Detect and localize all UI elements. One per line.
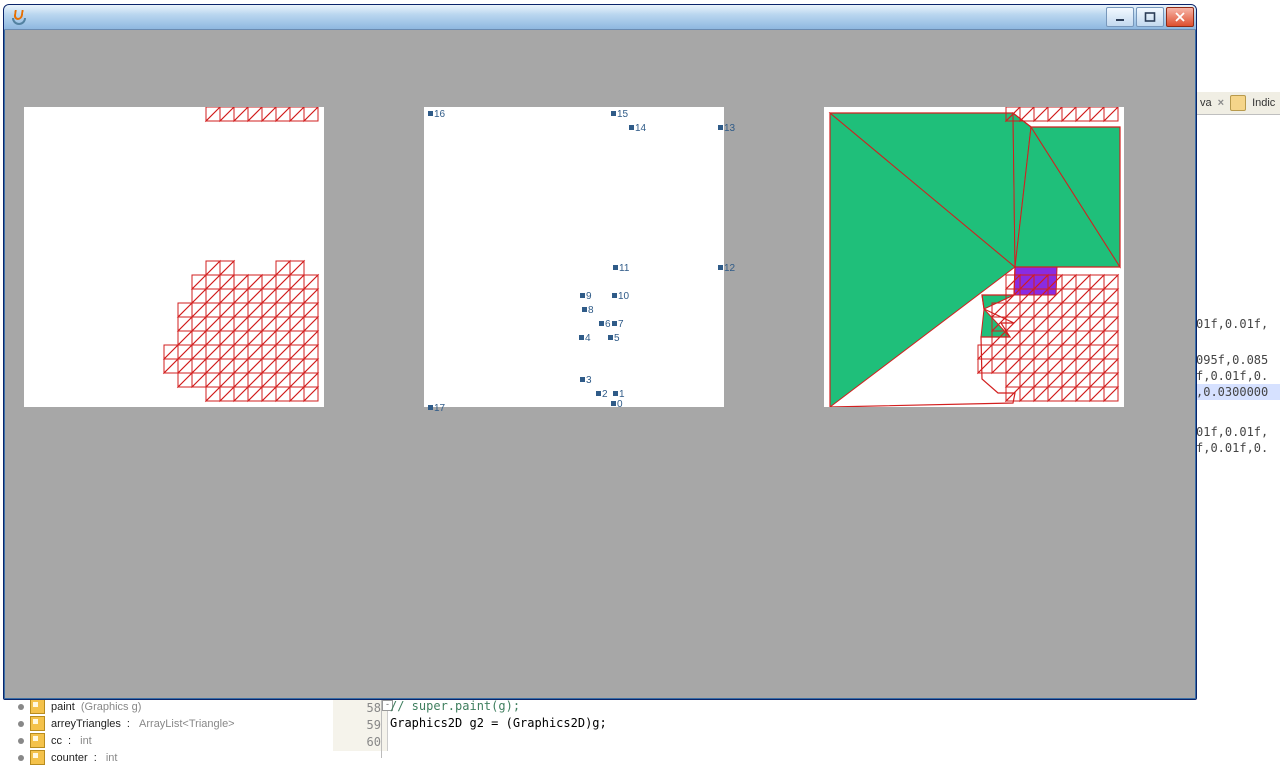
panel-triangles xyxy=(24,107,324,407)
point-marker xyxy=(580,293,585,298)
code-peek-line: f,0.01f,0. xyxy=(1196,440,1280,456)
point-marker xyxy=(611,401,616,406)
tree-bullet-icon xyxy=(18,721,24,727)
point-marker xyxy=(718,265,723,270)
code-peek-line: 01f,0.01f, xyxy=(1196,316,1280,332)
point-label: 15 xyxy=(617,109,628,120)
outline-item[interactable]: paint (Graphics g) xyxy=(18,698,318,715)
point-label: 7 xyxy=(618,319,624,330)
point-label: 17 xyxy=(434,403,445,414)
close-button[interactable] xyxy=(1166,7,1194,27)
code-line: // super.paint(g); xyxy=(390,699,520,713)
point-marker xyxy=(580,377,585,382)
point-label: 3 xyxy=(586,375,592,386)
java-cup-icon xyxy=(10,9,26,25)
point-label: 4 xyxy=(585,333,591,344)
outline-view: paint (Graphics g) arreyTriangles : Arra… xyxy=(18,698,318,766)
outline-type: int xyxy=(80,735,92,747)
point-label: 1 xyxy=(619,389,625,400)
point-marker xyxy=(428,111,433,116)
point-marker xyxy=(629,125,634,130)
outline-name: counter xyxy=(51,752,88,764)
point-marker xyxy=(596,391,601,396)
point-marker xyxy=(579,335,584,340)
editor-code[interactable]: // super.paint(g); Graphics2D g2 = (Grap… xyxy=(390,698,607,749)
code-peek-line: 01f,0.01f, xyxy=(1196,424,1280,440)
code-line: Graphics2D g2 = (Graphics2D)g; xyxy=(390,716,607,730)
point-marker xyxy=(612,321,617,326)
line-number: 60 xyxy=(333,734,381,751)
point-marker xyxy=(428,405,433,410)
point-label: 8 xyxy=(588,305,594,316)
outline-item[interactable]: arreyTriangles : ArrayList<Triangle> xyxy=(18,715,318,732)
point-marker xyxy=(613,391,618,396)
field-icon xyxy=(30,733,45,748)
point-label: 16 xyxy=(434,109,445,120)
outline-item[interactable]: counter : int xyxy=(18,749,318,766)
point-label: 6 xyxy=(605,319,611,330)
point-marker xyxy=(613,265,618,270)
outline-name: arreyTriangles xyxy=(51,718,121,730)
outline-type: ArrayList<Triangle> xyxy=(139,718,235,730)
outline-name: cc xyxy=(51,735,62,747)
tree-bullet-icon xyxy=(18,738,24,744)
outline-item[interactable]: cc : int xyxy=(18,732,318,749)
point-label: 14 xyxy=(635,123,646,134)
field-icon xyxy=(30,699,45,714)
outline-name: paint xyxy=(51,701,75,713)
line-number: 58 xyxy=(333,700,381,717)
code-peek-line: 095f,0.085 xyxy=(1196,352,1280,368)
point-marker xyxy=(599,321,604,326)
point-label: 12 xyxy=(724,263,735,274)
code-peek-line: ,0.0300000 xyxy=(1196,384,1280,400)
tab-close-icon[interactable]: × xyxy=(1218,97,1224,109)
point-label: 11 xyxy=(619,263,629,274)
tree-bullet-icon xyxy=(18,755,24,761)
code-peek-line: f,0.01f,0. xyxy=(1196,368,1280,384)
outline-type: int xyxy=(106,752,118,764)
point-label: 13 xyxy=(724,123,735,134)
point-marker xyxy=(612,293,617,298)
point-label: 0 xyxy=(617,399,623,410)
point-label: 5 xyxy=(614,333,620,344)
field-icon xyxy=(30,750,45,765)
line-number-gutter: 58 59 60 xyxy=(333,698,388,751)
outline-type: (Graphics g) xyxy=(81,701,142,713)
line-number: 59 xyxy=(333,717,381,734)
tree-bullet-icon xyxy=(18,704,24,710)
filled-canvas xyxy=(824,107,1124,407)
minimize-button[interactable] xyxy=(1106,7,1134,27)
field-icon xyxy=(30,716,45,731)
maximize-button[interactable] xyxy=(1136,7,1164,27)
point-marker xyxy=(611,111,616,116)
java-file-icon xyxy=(1230,95,1246,111)
point-label: 2 xyxy=(602,389,608,400)
java-app-window: 01234567891011121314151617 xyxy=(3,4,1197,700)
panel-filled xyxy=(824,107,1124,407)
point-label: 10 xyxy=(618,291,629,302)
point-marker xyxy=(608,335,613,340)
point-marker xyxy=(582,307,587,312)
triangles-canvas xyxy=(24,107,324,407)
titlebar[interactable] xyxy=(4,5,1196,30)
client-area: 01234567891011121314151617 xyxy=(8,33,1192,695)
panel-points: 01234567891011121314151617 xyxy=(424,107,724,407)
point-marker xyxy=(718,125,723,130)
editor-tabstrip: va × Indic xyxy=(1196,92,1280,115)
tab-label-other[interactable]: Indic xyxy=(1252,97,1275,109)
point-label: 9 xyxy=(586,291,592,302)
tab-label[interactable]: va xyxy=(1200,97,1212,109)
